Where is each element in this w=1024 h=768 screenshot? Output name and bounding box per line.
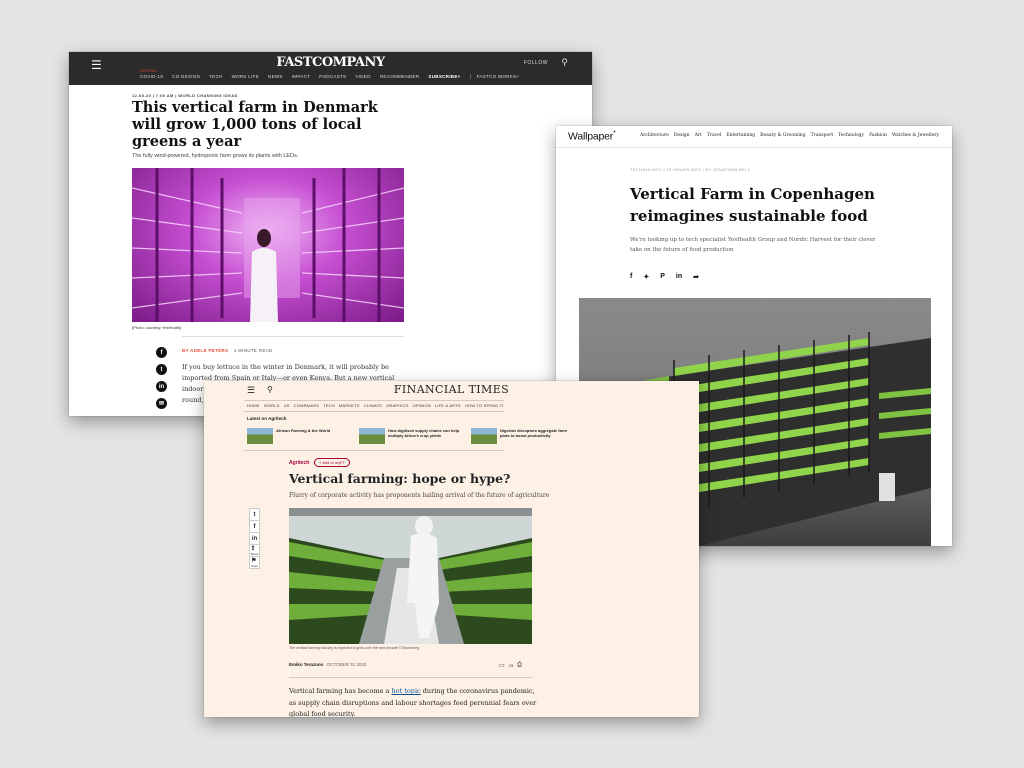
divider [289, 677, 532, 678]
read-time: 1 MINUTE READ [233, 348, 273, 353]
image-caption: The vertical farming industry is expecte… [289, 646, 420, 650]
article-title: Vertical farming: hope or hype? [289, 471, 511, 486]
nav-item-codesign[interactable]: CO.DESIGN [172, 74, 200, 79]
latest-thumbnail [359, 428, 385, 444]
nav-item-news[interactable]: NEWS [268, 74, 283, 79]
photo-credit: [Photo: courtesy YesHealth] [132, 325, 182, 330]
special-tag: SPECIAL [140, 69, 157, 73]
nav-item-how-to-spend-it[interactable]: HOW TO SPEND IT [465, 403, 504, 408]
author-link[interactable]: BY ADELE PETERS [182, 348, 228, 353]
nav-item-graphics[interactable]: GRAPHICS [386, 403, 409, 408]
nav-item-home[interactable]: HOME [247, 403, 260, 408]
article-dek: The fully wind-powered, hydroponic farm … [132, 153, 299, 159]
publish-date: OCTOBER 31 2020 [326, 662, 367, 667]
section-link[interactable]: Agritech [289, 460, 309, 466]
ft-logo[interactable]: FINANCIAL TIMES [204, 383, 699, 396]
fc-nav: SPECIAL COVID-19 CO.DESIGN TECH WORK LIF… [140, 69, 520, 79]
latest-item[interactable]: How digitised supply chains can help mul… [359, 428, 463, 444]
article-body: Vertical farming has become a hot topic … [289, 687, 537, 717]
nav-item-technology[interactable]: Technology [838, 133, 864, 138]
pinterest-icon[interactable]: P [660, 273, 665, 281]
byline: BY ADELE PETERS 1 MINUTE READ [182, 348, 272, 353]
subscribe-button[interactable]: SUBSCRIBE+ [428, 74, 460, 79]
linkedin-icon[interactable]: in [156, 381, 167, 392]
ft-article-screenshot: ☰ ⚲ FINANCIAL TIMES HOME WORLD US COMPAN… [204, 381, 699, 717]
ft-nav: HOME WORLD US COMPANIES TECH MARKETS CLI… [247, 403, 504, 408]
nav-item-tech[interactable]: TECH [209, 74, 222, 79]
comment-count: 23 [508, 663, 514, 668]
nav-item-beauty[interactable]: Beauty & Grooming [760, 133, 805, 138]
latest-label: Latest on Agritech [247, 416, 287, 421]
article-dek: Flurry of corporate activity has propone… [289, 492, 550, 499]
nav-item-covid[interactable]: SPECIAL COVID-19 [140, 69, 163, 79]
follow-button[interactable]: FOLLOW [524, 60, 548, 66]
facebook-icon[interactable]: f [630, 273, 632, 281]
author-link[interactable]: Emiko Terazono [289, 662, 323, 667]
hero-image-indoor-farm-worker [289, 508, 532, 644]
fastcompany-article-screenshot: ☰ FASTCOMPANY FOLLOW ⚲ SPECIAL COVID-19 … [69, 52, 592, 416]
nav-item-architecture[interactable]: Architecture [640, 133, 669, 138]
nav-item-art[interactable]: Art [695, 133, 702, 138]
divider [244, 450, 504, 451]
nav-item-world[interactable]: WORLD [264, 403, 280, 408]
share-arrow-icon[interactable]: ➦ [693, 273, 699, 281]
fastco-works-link[interactable]: FASTCO WORKS+ [469, 74, 520, 79]
add-to-myft-button[interactable]: + Add to myFT [314, 458, 351, 467]
social-share-column: f t in ✉ [156, 347, 167, 409]
article-tools: t f in ⇪ Share ⚑ Save [249, 508, 260, 569]
article-title: Vertical Farm in Copenhagen reimagines s… [630, 185, 875, 225]
hero-image-purple-farm [132, 168, 404, 322]
save-icon[interactable]: ⚑ Save [249, 556, 260, 569]
nav-item-entertaining[interactable]: Entertaining [726, 133, 755, 138]
nav-item-watches[interactable]: Watches & Jewellery [892, 133, 939, 138]
divider [182, 336, 404, 337]
latest-item[interactable]: African Farming & the World [247, 428, 351, 444]
wp-header: Wallpaper* Architecture Design Art Trave… [556, 126, 952, 148]
linkedin-icon[interactable]: in [676, 273, 682, 281]
byline: Emiko Terazono OCTOBER 31 2020 [289, 662, 366, 667]
wp-logo[interactable]: Wallpaper* [568, 130, 616, 143]
wp-nav: Architecture Design Art Travel Entertain… [640, 133, 939, 138]
share-icons: f ✦ P in ➦ [630, 273, 699, 281]
nav-item-us[interactable]: US [284, 403, 290, 408]
nav-item-design[interactable]: Design [674, 133, 690, 138]
twitter-icon[interactable]: ✦ [643, 273, 649, 281]
facebook-icon[interactable]: f [156, 347, 167, 358]
nav-item-opinion[interactable]: OPINION [413, 403, 431, 408]
article-title: This vertical farm in Denmark will grow … [132, 99, 378, 150]
latest-list: African Farming & the World How digitise… [247, 428, 575, 444]
article-meta: TECHNOLOGY | 15 HOURS AGO | BY JONATHAN … [630, 167, 751, 172]
latest-item[interactable]: Nigerian disruptors aggregate farm plots… [471, 428, 575, 444]
search-icon[interactable]: ⚲ [561, 57, 568, 68]
article-meta: 12-08-20 | 7:00 AM | WORLD CHANGING IDEA… [132, 93, 238, 98]
fc-logo[interactable]: FASTCOMPANY [69, 55, 592, 70]
nav-item-video[interactable]: VIDEO [355, 74, 371, 79]
latest-thumbnail [247, 428, 273, 444]
nav-item-recommender[interactable]: RECOMMENDER [380, 74, 420, 79]
nav-item-companies[interactable]: COMPANIES [294, 403, 320, 408]
nav-item-life-arts[interactable]: LIFE & ARTS [435, 403, 461, 408]
fc-top-bar: ☰ FASTCOMPANY FOLLOW ⚲ SPECIAL COVID-19 … [69, 52, 592, 85]
article-dek: We're looking up to tech specialist YesH… [630, 237, 876, 253]
nav-item-markets[interactable]: MARKETS [339, 403, 360, 408]
nav-item-climate[interactable]: CLIMATE [364, 403, 382, 408]
latest-thumbnail [471, 428, 497, 444]
comment-icon[interactable]: ▭ [499, 662, 505, 669]
print-icon[interactable]: ⎙ [517, 662, 522, 669]
nav-item-transport[interactable]: Transport [811, 133, 834, 138]
nav-item-worklife[interactable]: WORK LIFE [232, 74, 259, 79]
nav-item-tech[interactable]: TECH [323, 403, 335, 408]
nav-item-podcasts[interactable]: PODCASTS [319, 74, 346, 79]
hot-topic-link[interactable]: hot topic [392, 687, 421, 695]
ft-header: ☰ ⚲ FINANCIAL TIMES [204, 381, 699, 400]
nav-item-travel[interactable]: Travel [707, 133, 721, 138]
email-icon[interactable]: ✉ [156, 398, 167, 409]
divider [244, 411, 504, 412]
nav-item-fashion[interactable]: Fashion [869, 133, 887, 138]
twitter-icon[interactable]: t [156, 364, 167, 375]
nav-item-impact[interactable]: IMPACT [292, 74, 310, 79]
divider [244, 400, 504, 401]
article-actions: ▭ 23 ⎙ [499, 662, 522, 669]
